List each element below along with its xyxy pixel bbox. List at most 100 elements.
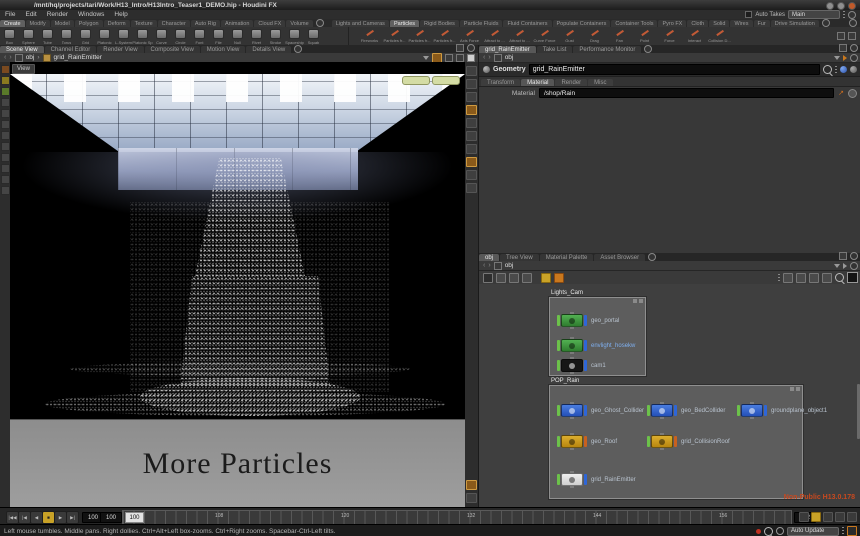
pane-tab[interactable]: grid_RainEmitter: [479, 46, 536, 53]
shelf-tool[interactable]: Particles fr...: [407, 27, 432, 45]
render-region-icon[interactable]: [466, 493, 477, 503]
shelf-tool[interactable]: File: [209, 27, 228, 45]
shelf-tab[interactable]: Texture: [131, 20, 157, 27]
select-tool-icon[interactable]: [1, 65, 10, 74]
grid-toggle-icon[interactable]: [466, 144, 477, 154]
pane-tab[interactable]: Take List: [537, 46, 573, 53]
path-back-icon[interactable]: ‹: [4, 54, 6, 61]
current-frame-marker[interactable]: 100: [125, 512, 144, 523]
enter-node-icon[interactable]: [843, 263, 847, 269]
shelf-tab[interactable]: Drive Simulation: [771, 20, 819, 27]
add-shelf-tab-icon[interactable]: [316, 19, 324, 27]
shelf-tool[interactable]: Font: [190, 27, 209, 45]
shelf-tool[interactable]: Fireworks: [357, 27, 382, 45]
node-display-flag[interactable]: [584, 360, 587, 371]
snap-grid-icon[interactable]: [783, 273, 793, 283]
view-option-icon[interactable]: [456, 54, 464, 62]
shelf-tool[interactable]: Interact: [682, 27, 707, 45]
path-root[interactable]: obj: [26, 54, 35, 61]
node-display-flag[interactable]: [674, 405, 677, 416]
shelf-tool[interactable]: Tube: [38, 27, 57, 45]
pane-tab[interactable]: Scene View: [0, 46, 44, 53]
pane-tab[interactable]: Composite View: [145, 46, 200, 53]
network-canvas[interactable]: Lights_Cam geo_portal envlight_hosekw: [479, 284, 860, 507]
box-resize-icon[interactable]: [796, 387, 800, 391]
menu-item[interactable]: Edit: [20, 11, 41, 18]
help-globe-icon[interactable]: [840, 66, 847, 73]
rotate-tool-icon[interactable]: [1, 87, 10, 96]
path-root[interactable]: obj: [505, 262, 514, 269]
connect-mode-icon[interactable]: [483, 273, 493, 283]
shelf-tab[interactable]: Particle Fluids: [460, 20, 503, 27]
go-end-button[interactable]: ▶|: [66, 511, 79, 524]
node-display-flag[interactable]: [584, 315, 587, 326]
shelf-tab[interactable]: Deform: [104, 20, 130, 27]
close-icon[interactable]: [848, 2, 856, 10]
path-dropdown-icon[interactable]: [423, 56, 429, 60]
snapshot-camera-icon[interactable]: [432, 53, 442, 63]
parameter-tab[interactable]: Render: [555, 79, 587, 86]
shelf-tool[interactable]: Point: [632, 27, 657, 45]
node-input-flag[interactable]: [557, 360, 560, 371]
node-display-flag[interactable]: [584, 436, 587, 447]
loop-mode-icon[interactable]: [823, 512, 833, 522]
flag-display-icon[interactable]: [554, 273, 564, 283]
display-options-icon[interactable]: [466, 118, 477, 128]
align-nodes-icon[interactable]: [522, 273, 532, 283]
add-shelf-tab-icon[interactable]: [822, 19, 830, 27]
search-icon[interactable]: [764, 527, 773, 536]
viewport[interactable]: View More Particles: [0, 62, 478, 507]
parameter-tab[interactable]: Material: [521, 79, 554, 86]
minimize-icon[interactable]: [826, 2, 834, 10]
shelf-tool[interactable]: Curve Force: [532, 27, 557, 45]
view-tool-icon[interactable]: [1, 153, 10, 162]
node-input-flag[interactable]: [557, 436, 560, 447]
path-root-icon[interactable]: [494, 54, 502, 62]
shelf-edit-icon[interactable]: [848, 32, 856, 40]
gear-icon[interactable]: [850, 262, 858, 270]
pane-menu-icon[interactable]: [467, 44, 475, 52]
pane-menu-icon[interactable]: [850, 44, 858, 52]
shelf-tab[interactable]: Wires: [730, 20, 752, 27]
path-forward-icon[interactable]: ›: [488, 262, 490, 269]
network-view-tab[interactable]: obj: [479, 254, 499, 261]
node-input-flag[interactable]: [647, 436, 650, 447]
menu-item[interactable]: File: [0, 11, 20, 18]
group-list-icon[interactable]: [466, 183, 477, 193]
shelf-tab[interactable]: Lights and Cameras: [332, 20, 389, 27]
playbar-settings-icon[interactable]: [847, 512, 857, 522]
shelf-tab[interactable]: Fluid Containers: [503, 20, 551, 27]
layout-single-icon[interactable]: [466, 66, 477, 76]
shelf-tab[interactable]: Solid: [709, 20, 729, 27]
comment-icon[interactable]: [850, 66, 857, 73]
node-geo-bedcollider[interactable]: geo_BedCollider: [647, 404, 725, 417]
node-display-flag[interactable]: [584, 340, 587, 351]
points-display-icon[interactable]: [466, 157, 477, 167]
wire-style-icon[interactable]: [796, 273, 806, 283]
shelf-tool[interactable]: Collision D...: [707, 27, 732, 45]
pin-icon[interactable]: [843, 55, 847, 61]
shelf-tab[interactable]: Pyro FX: [658, 20, 686, 27]
node-geo-portal[interactable]: geo_portal: [557, 314, 619, 327]
shelf-tool[interactable]: Squab: [304, 27, 323, 45]
shelf-tool[interactable]: Attract to ...: [482, 27, 507, 45]
shelf-tab[interactable]: Cloud FX: [254, 20, 285, 27]
frame-current-field[interactable]: 100: [100, 512, 122, 523]
snapshot-icon[interactable]: [466, 480, 477, 490]
menu-item[interactable]: Render: [42, 11, 73, 18]
shelf-tool[interactable]: Curve: [152, 27, 171, 45]
shelf-tool[interactable]: Circle: [171, 27, 190, 45]
memory-tray-icon[interactable]: [847, 526, 857, 536]
pane-menu-icon[interactable]: [850, 252, 858, 260]
shelf-tab[interactable]: Create: [0, 20, 25, 27]
path-dropdown-icon[interactable]: [834, 264, 840, 268]
shelf-tool[interactable]: Drag: [582, 27, 607, 45]
add-pane-tab-icon[interactable]: [644, 45, 652, 53]
zoom-fit-icon[interactable]: [809, 273, 819, 283]
network-search-icon[interactable]: [835, 273, 844, 282]
shelf-tab[interactable]: Container Tools: [611, 20, 657, 27]
shelf-tool[interactable]: Gust: [557, 27, 582, 45]
pane-tab[interactable]: Tree View: [500, 254, 539, 261]
layout-nodes-icon[interactable]: [509, 273, 519, 283]
path-forward-icon[interactable]: ›: [9, 54, 11, 61]
